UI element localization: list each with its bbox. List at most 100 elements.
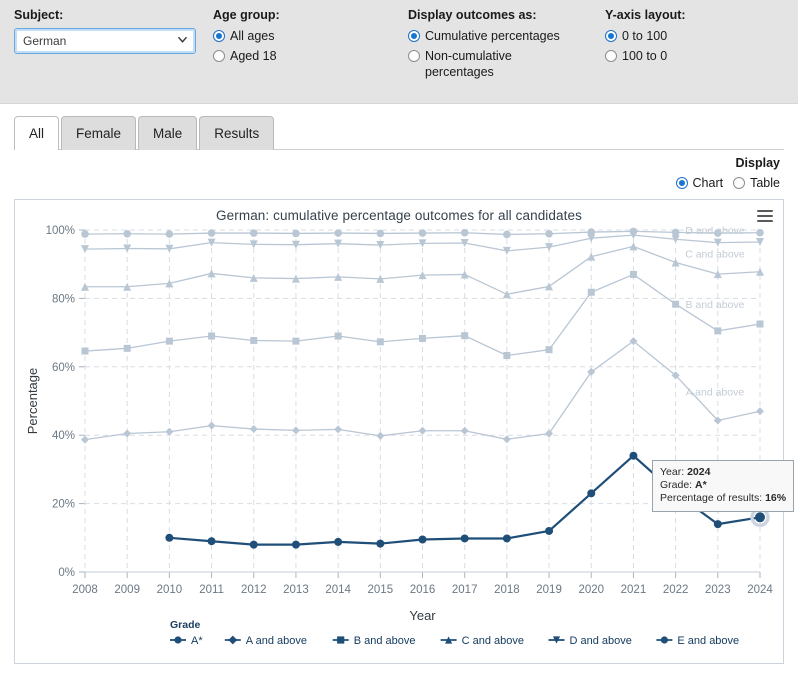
data-point-marker[interactable]: [81, 435, 89, 444]
data-point-marker[interactable]: [418, 229, 427, 237]
x-tick-label: 2019: [536, 584, 562, 596]
subject-select-wrapper[interactable]: German: [14, 28, 196, 54]
legend-label[interactable]: C and above: [462, 635, 524, 647]
data-point-marker[interactable]: [460, 228, 469, 237]
data-point-marker[interactable]: [587, 288, 595, 296]
radio-display-table[interactable]: Table: [733, 175, 780, 191]
legend-label[interactable]: B and above: [354, 635, 416, 647]
data-point-marker[interactable]: [545, 346, 553, 354]
radio-display-table-indicator[interactable]: [733, 177, 746, 189]
data-point-marker[interactable]: [81, 347, 89, 355]
radio-non-cumulative-percentages[interactable]: Non-cumulative percentages: [408, 48, 560, 80]
data-point-marker[interactable]: [334, 229, 342, 237]
data-point-marker[interactable]: [418, 535, 427, 544]
data-point-marker[interactable]: [587, 252, 596, 261]
data-point-marker[interactable]: [671, 258, 680, 267]
data-point-marker[interactable]: [460, 426, 469, 435]
selected-point[interactable]: [755, 512, 765, 523]
data-point-marker[interactable]: [713, 520, 722, 529]
radio-100-to-0-indicator[interactable]: [605, 50, 617, 62]
radio-0-to-100[interactable]: 0 to 100: [605, 28, 686, 44]
data-point-marker[interactable]: [714, 327, 722, 335]
legend-label[interactable]: A and above: [246, 635, 307, 647]
tab-male[interactable]: Male: [138, 116, 198, 150]
legend-label[interactable]: D and above: [570, 635, 632, 647]
data-point-marker[interactable]: [545, 429, 554, 438]
data-point-marker[interactable]: [334, 425, 343, 434]
data-point-marker[interactable]: [123, 229, 131, 238]
legend-marker[interactable]: [337, 636, 345, 644]
data-point-marker[interactable]: [672, 300, 680, 308]
data-point-marker[interactable]: [123, 429, 132, 438]
data-point-marker[interactable]: [587, 228, 596, 236]
data-point-marker[interactable]: [165, 427, 174, 436]
line-chart-svg[interactable]: 0% 20% 40% 60% 80% 100% 2008 2009 2010 2011 2012 20…: [15, 222, 783, 662]
data-point-marker[interactable]: [292, 337, 300, 345]
data-point-marker[interactable]: [503, 352, 511, 360]
data-point-marker[interactable]: [334, 537, 343, 546]
data-point-marker[interactable]: [250, 336, 258, 344]
radio-cumulative-percentages[interactable]: Cumulative percentages: [408, 28, 560, 44]
radio-all-ages[interactable]: All ages: [213, 28, 280, 44]
data-point-marker[interactable]: [207, 421, 216, 430]
data-point-marker[interactable]: [587, 489, 596, 498]
data-point-marker[interactable]: [249, 540, 258, 549]
data-point-marker[interactable]: [291, 426, 300, 435]
data-point-marker[interactable]: [629, 242, 638, 251]
data-point-marker[interactable]: [671, 228, 680, 237]
series-line[interactable]: [84, 340, 761, 441]
legend-label[interactable]: E and above: [677, 635, 739, 647]
data-point-marker[interactable]: [207, 229, 216, 237]
tab-all[interactable]: All: [14, 116, 60, 150]
radio-0-to-100-indicator[interactable]: [605, 30, 617, 42]
data-point-marker[interactable]: [461, 332, 469, 340]
data-point-marker[interactable]: [334, 332, 342, 340]
data-point-marker[interactable]: [545, 229, 553, 238]
subject-select[interactable]: German: [14, 28, 196, 54]
data-point-marker[interactable]: [165, 230, 174, 238]
data-point-marker[interactable]: [249, 425, 258, 434]
tab-results[interactable]: Results: [199, 116, 275, 150]
data-point-marker[interactable]: [165, 533, 174, 542]
data-point-marker[interactable]: [81, 230, 89, 238]
data-point-marker[interactable]: [629, 451, 638, 460]
radio-display-chart[interactable]: Chart: [675, 175, 723, 191]
radio-100-to-0[interactable]: 100 to 0: [605, 48, 686, 64]
radio-non-cumulative-indicator[interactable]: [408, 50, 420, 62]
data-point-marker[interactable]: [291, 540, 300, 549]
data-point-marker[interactable]: [207, 537, 216, 546]
tab-female[interactable]: Female: [61, 116, 137, 150]
data-point-marker[interactable]: [502, 534, 511, 543]
radio-all-ages-indicator[interactable]: [213, 30, 225, 42]
data-point-marker[interactable]: [629, 270, 637, 278]
data-point-marker[interactable]: [208, 332, 216, 340]
legend-label[interactable]: A*: [191, 635, 203, 647]
data-point-marker[interactable]: [756, 228, 764, 237]
tooltip-year-label: Year:: [660, 466, 685, 478]
tab-all-label: All: [29, 126, 45, 141]
data-point-marker[interactable]: [756, 320, 764, 328]
radio-cumulative-indicator[interactable]: [408, 30, 420, 42]
radio-aged-18-indicator[interactable]: [213, 50, 225, 62]
data-point-marker[interactable]: [376, 431, 385, 440]
data-point-marker[interactable]: [503, 230, 511, 239]
data-point-marker[interactable]: [419, 334, 426, 342]
data-point-marker[interactable]: [629, 227, 638, 236]
data-point-marker[interactable]: [376, 539, 385, 548]
data-point-marker[interactable]: [460, 534, 469, 543]
radio-display-chart-indicator[interactable]: [675, 177, 688, 189]
legend-marker[interactable]: [174, 636, 182, 644]
legend-marker[interactable]: [660, 636, 669, 644]
data-point-marker[interactable]: [376, 338, 384, 346]
legend-marker[interactable]: [228, 635, 238, 645]
data-point-marker[interactable]: [123, 344, 131, 352]
data-point-marker[interactable]: [292, 229, 300, 238]
data-point-marker[interactable]: [165, 337, 173, 345]
data-point-marker[interactable]: [376, 229, 385, 238]
data-point-marker[interactable]: [502, 435, 511, 444]
data-point-marker[interactable]: [545, 526, 554, 535]
data-point-marker[interactable]: [418, 426, 427, 435]
data-point-marker[interactable]: [756, 407, 764, 416]
data-point-marker[interactable]: [249, 229, 258, 237]
radio-aged-18[interactable]: Aged 18: [213, 48, 280, 64]
